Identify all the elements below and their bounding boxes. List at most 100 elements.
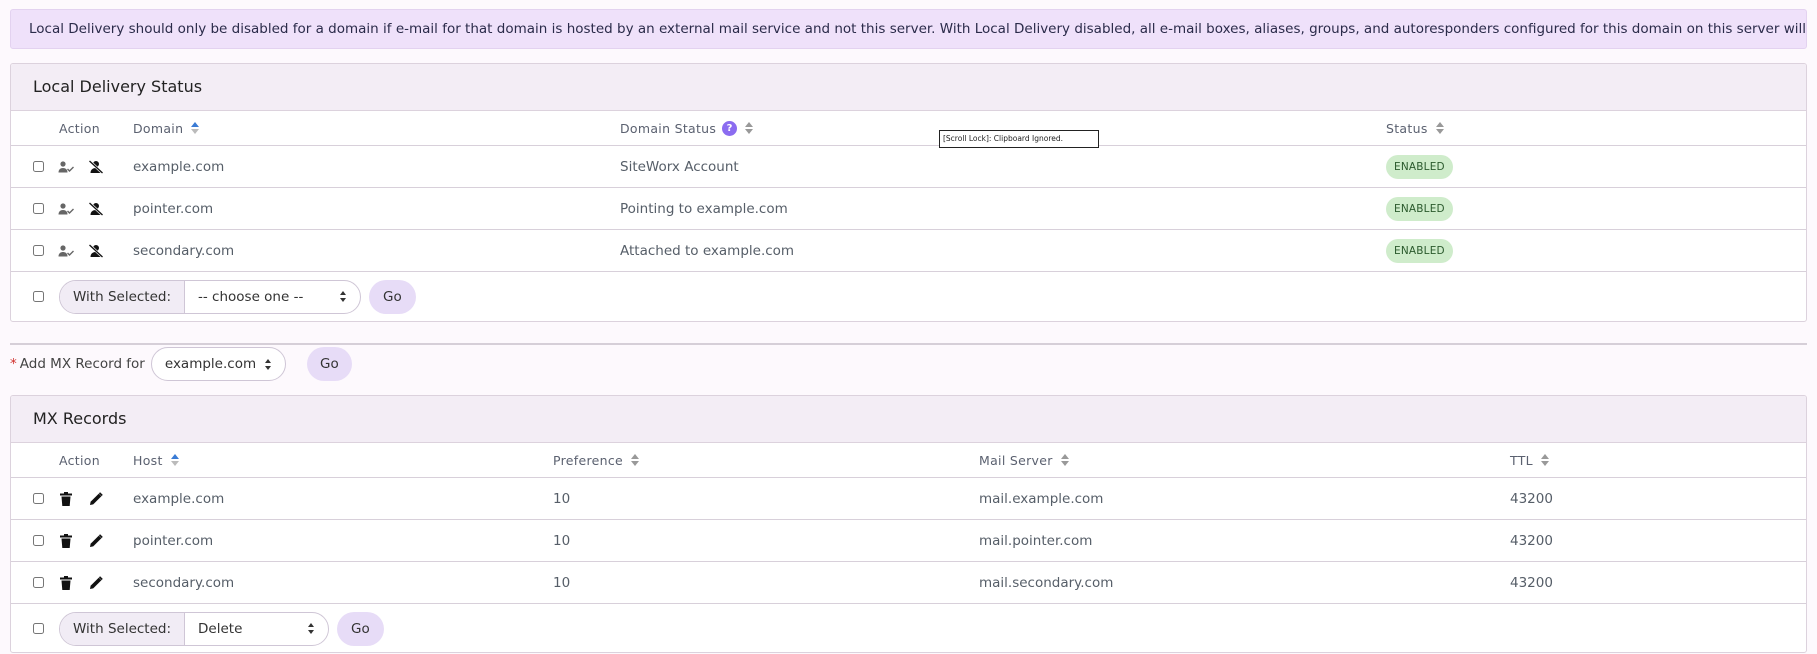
header-host[interactable]: Host: [133, 443, 179, 477]
row-checkbox-cell: [33, 562, 44, 603]
row-checkbox-cell: [33, 230, 44, 271]
row-checkbox[interactable]: [33, 535, 44, 546]
select-arrows-icon: [308, 623, 315, 634]
table-row: example.com 10 mail.example.com 43200: [11, 478, 1806, 520]
ttl-cell: 43200: [1510, 490, 1553, 507]
panel-title: Local Delivery Status: [11, 64, 1806, 111]
header-status[interactable]: Status: [1386, 111, 1444, 145]
domain-cell: pointer.com: [133, 200, 214, 217]
status-badge: ENABLED: [1386, 196, 1453, 221]
header-preference-label: Preference: [553, 452, 624, 468]
row-checkbox-cell: [33, 478, 44, 519]
add-mx-record-bar: * Add MX Record for example.com Go: [10, 347, 352, 381]
row-checkbox[interactable]: [33, 161, 44, 172]
trash-icon[interactable]: [57, 574, 75, 592]
host-cell: secondary.com: [133, 574, 235, 591]
ttl-cell: 43200: [1510, 574, 1553, 591]
row-checkbox[interactable]: [33, 493, 44, 504]
table-row: secondary.com 10 mail.secondary.com 4320…: [11, 562, 1806, 604]
status-cell: ENABLED: [1386, 230, 1453, 271]
pencil-icon[interactable]: [87, 532, 105, 550]
status-badge: ENABLED: [1386, 238, 1453, 263]
header-mail-server-label: Mail Server: [979, 452, 1053, 468]
scroll-lock-tooltip: [Scroll Lock]: Clipboard Ignored.: [939, 130, 1099, 148]
go-button[interactable]: Go: [337, 611, 384, 646]
header-domain-label: Domain: [133, 120, 184, 136]
user-slash-icon[interactable]: [87, 200, 105, 218]
header-status-label: Status: [1386, 120, 1428, 136]
table-header: Action Domain Domain Status ? Status: [11, 111, 1806, 146]
row-actions: [57, 146, 117, 187]
mail-server-cell: mail.secondary.com: [979, 574, 1114, 591]
pencil-icon[interactable]: [87, 574, 105, 592]
bulk-action-bar: With Selected: -- choose one -- Go: [59, 272, 416, 321]
row-checkbox[interactable]: [33, 577, 44, 588]
header-domain-status-label: Domain Status: [620, 120, 717, 136]
row-checkbox[interactable]: [33, 245, 44, 256]
bulk-action-select[interactable]: Delete: [185, 613, 328, 645]
header-host-label: Host: [133, 452, 163, 468]
select-all-checkbox[interactable]: [33, 291, 44, 302]
local-delivery-notice: Local Delivery should only be disabled f…: [10, 9, 1807, 49]
header-mail-server[interactable]: Mail Server: [979, 443, 1069, 477]
header-ttl[interactable]: TTL: [1510, 443, 1549, 477]
trash-icon[interactable]: [57, 490, 75, 508]
help-icon[interactable]: ?: [722, 120, 738, 136]
sort-icon[interactable]: [1060, 453, 1069, 467]
domain-cell: example.com: [133, 158, 225, 175]
domain-status-cell: Attached to example.com: [620, 242, 795, 259]
select-all-cell: [33, 604, 44, 652]
bulk-action-value: Delete: [198, 620, 243, 637]
header-domain[interactable]: Domain: [133, 111, 200, 145]
status-cell: ENABLED: [1386, 146, 1453, 187]
sort-icon[interactable]: [170, 453, 179, 467]
status-cell: ENABLED: [1386, 188, 1453, 229]
user-check-icon[interactable]: [57, 200, 75, 218]
sort-icon[interactable]: [745, 121, 754, 135]
sort-icon[interactable]: [191, 121, 200, 135]
mail-server-cell: mail.pointer.com: [979, 532, 1093, 549]
table-footer: With Selected: -- choose one -- Go: [11, 272, 1806, 321]
sort-icon[interactable]: [1435, 121, 1444, 135]
bulk-action-value: -- choose one --: [198, 288, 304, 305]
with-selected-label: With Selected:: [60, 612, 186, 645]
domain-cell: secondary.com: [133, 242, 235, 259]
table-header: Action Host Preference Mail Server TTL: [11, 443, 1806, 478]
row-actions: [57, 478, 117, 519]
header-action: Action: [59, 120, 100, 136]
user-slash-icon[interactable]: [87, 158, 105, 176]
trash-icon[interactable]: [57, 532, 75, 550]
row-checkbox-cell: [33, 188, 44, 229]
section-divider: [10, 343, 1807, 345]
mail-server-cell: mail.example.com: [979, 490, 1104, 507]
domain-status-cell: SiteWorx Account: [620, 158, 739, 175]
header-preference[interactable]: Preference: [553, 443, 640, 477]
user-check-icon[interactable]: [57, 158, 75, 176]
pencil-icon[interactable]: [87, 490, 105, 508]
go-button[interactable]: Go: [369, 279, 416, 314]
row-actions: [57, 520, 117, 561]
table-footer: With Selected: Delete Go: [11, 604, 1806, 652]
preference-cell: 10: [553, 532, 571, 549]
with-selected-label: With Selected:: [60, 280, 186, 313]
row-checkbox-cell: [33, 520, 44, 561]
header-domain-status[interactable]: Domain Status ?: [620, 111, 754, 145]
panel-title: MX Records: [11, 396, 1806, 443]
user-slash-icon[interactable]: [87, 242, 105, 260]
select-all-checkbox[interactable]: [33, 623, 44, 634]
header-ttl-label: TTL: [1510, 452, 1533, 468]
header-action: Action: [59, 452, 100, 468]
preference-cell: 10: [553, 574, 571, 591]
mx-domain-select[interactable]: example.com: [150, 347, 286, 381]
add-mx-go-button[interactable]: Go: [306, 347, 352, 381]
add-mx-label: Add MX Record for: [19, 356, 145, 372]
sort-icon[interactable]: [631, 453, 640, 467]
host-cell: pointer.com: [133, 532, 214, 549]
select-all-cell: [33, 272, 44, 321]
bulk-action-bar: With Selected: Delete Go: [59, 604, 384, 652]
sort-icon[interactable]: [1540, 453, 1549, 467]
bulk-action-select[interactable]: -- choose one --: [185, 281, 360, 313]
select-arrows-icon: [340, 291, 347, 302]
row-checkbox[interactable]: [33, 203, 44, 214]
user-check-icon[interactable]: [57, 242, 75, 260]
